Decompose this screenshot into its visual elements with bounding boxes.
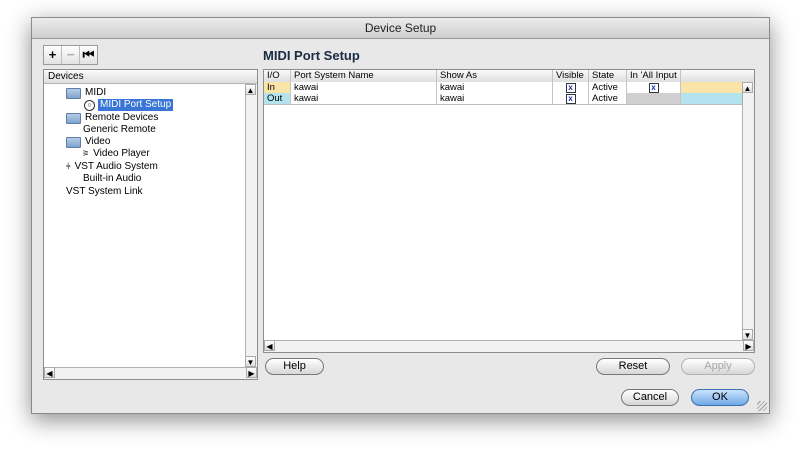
tree-item-label: MIDI Port Setup [98,99,174,111]
tree-item-label: Generic Remote [83,124,156,135]
table-vertical-scrollbar[interactable]: ▲ ▼ [742,82,754,340]
tree-item-label: VST System Link [66,186,143,197]
show-as-cell[interactable]: kawai [437,82,553,93]
tree-item-label: MIDI [85,87,107,98]
visible-cell: x [553,93,589,104]
table-row[interactable]: Out kawai kawai x Active [264,93,742,105]
scroll-right-icon[interactable]: ▶ [246,367,257,378]
audio-system-icon: ⫩ [66,162,71,171]
all-input-cell: x [627,82,681,93]
tree-item-built-in-audio[interactable]: Built-in Audio [83,173,141,185]
visible-cell: x [553,82,589,93]
reset-button[interactable]: Reset [596,358,670,375]
tree-item-video-player[interactable]: ⚞ Video Player [82,148,150,160]
devices-horizontal-scrollbar[interactable]: ◀ ▶ [44,367,257,379]
io-cell: Out [264,93,291,104]
video-player-icon: ⚞ [82,149,90,158]
tree-item-midi[interactable]: MIDI [66,87,106,99]
tree-item-label: Video Player [93,148,150,159]
resize-grip-icon[interactable] [757,401,767,411]
tree-item-vst-system-link[interactable]: VST System Link [66,186,143,198]
devices-tree: Devices MIDI ○ MIDI Port Setup Remote De… [43,69,258,380]
help-button[interactable]: Help [265,358,324,375]
ok-button[interactable]: OK [691,389,749,406]
panel-title: MIDI Port Setup [263,48,360,63]
scroll-left-icon[interactable]: ◀ [44,367,55,378]
scroll-down-icon[interactable]: ▼ [742,329,753,340]
state-cell: Active [589,82,627,93]
device-setup-window: Device Setup + − ⏮ MIDI Port Setup Devic… [31,17,770,414]
remove-device-button[interactable]: − [62,46,80,64]
tree-item-video[interactable]: Video [66,136,110,148]
tree-item-label: VST Audio System [74,161,158,172]
devices-header: Devices [44,70,257,84]
column-header-io[interactable]: I/O [264,70,291,82]
column-header-show-as[interactable]: Show As [437,70,553,82]
folder-icon [66,87,81,99]
tree-item-midi-port-setup[interactable]: ○ MIDI Port Setup [84,99,174,111]
tree-item-label: Built-in Audio [83,173,142,184]
folder-icon [66,112,81,124]
all-input-cell [627,93,681,104]
scroll-right-icon[interactable]: ▶ [743,340,754,351]
scroll-down-icon[interactable]: ▼ [245,356,256,367]
port-system-name-cell: kawai [291,82,437,93]
tree-item-label: Remote Devices [85,112,159,123]
show-as-cell[interactable]: kawai [437,93,553,104]
column-header-visible[interactable]: Visible [553,70,589,82]
reset-device-button[interactable]: ⏮ [80,46,97,64]
visible-checkbox[interactable]: x [565,83,576,93]
add-device-button[interactable]: + [44,46,62,64]
tree-item-vst-audio-system[interactable]: ⫩ VST Audio System [66,161,158,173]
table-horizontal-scrollbar[interactable]: ◀ ▶ [264,340,754,352]
all-input-checkbox[interactable]: x [648,83,659,93]
state-cell: Active [589,93,627,104]
cancel-button[interactable]: Cancel [621,389,679,406]
midi-ports-table: I/O Port System Name Show As Visible Sta… [263,69,755,353]
device-toolbar: + − ⏮ [43,45,98,65]
devices-vertical-scrollbar[interactable]: ▲ ▼ [245,84,257,367]
apply-button[interactable]: Apply [681,358,755,375]
column-header-all-input[interactable]: In 'All Input [627,70,681,82]
io-cell: In [264,82,291,93]
tree-item-label: Video [85,136,111,147]
tree-item-remote-devices[interactable]: Remote Devices [66,112,158,124]
column-header-port-system-name[interactable]: Port System Name [291,70,437,82]
port-system-name-cell: kawai [291,93,437,104]
tree-item-generic-remote[interactable]: Generic Remote [83,124,156,136]
window-title: Device Setup [32,18,769,39]
folder-icon [66,136,81,148]
scroll-up-icon[interactable]: ▲ [742,82,753,93]
scroll-up-icon[interactable]: ▲ [245,84,256,95]
column-header-state[interactable]: State [589,70,627,82]
visible-checkbox[interactable]: x [565,94,576,104]
scroll-left-icon[interactable]: ◀ [264,340,275,351]
midi-port-icon: ○ [84,99,95,111]
